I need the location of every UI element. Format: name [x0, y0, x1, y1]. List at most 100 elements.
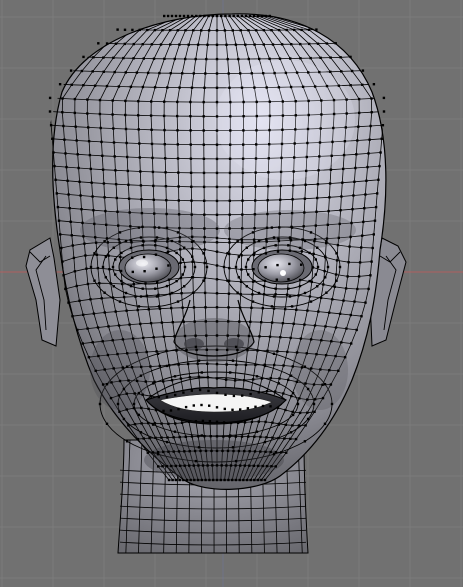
mesh-vertex	[249, 392, 252, 396]
mesh-vertex	[247, 258, 250, 261]
mesh-vertex	[215, 100, 219, 104]
mesh-vertex	[229, 115, 232, 118]
mesh-vertex	[284, 307, 287, 311]
mesh-vertex	[87, 126, 90, 129]
mesh-vertex	[71, 315, 74, 318]
mesh-vertex	[172, 450, 175, 453]
mesh-vertex	[135, 71, 139, 74]
mesh-vertex	[167, 264, 170, 267]
mesh-vertex	[181, 72, 184, 75]
mesh-vertex	[250, 306, 253, 309]
mesh-vertex	[291, 365, 294, 368]
mesh-vertex	[201, 419, 205, 423]
mesh-vertex	[192, 29, 195, 32]
mesh-vertex	[361, 83, 364, 86]
viewport-scene[interactable]	[0, 0, 463, 587]
mesh-vertex	[132, 57, 135, 60]
mesh-vertex	[257, 391, 260, 394]
mesh-vertex	[169, 43, 172, 46]
mesh-vertex	[277, 86, 281, 89]
mesh-vertex	[202, 252, 205, 255]
mesh-vertex	[49, 124, 53, 127]
mesh-vertex	[91, 195, 94, 198]
mesh-vertex	[270, 465, 273, 468]
mesh-vertex	[257, 464, 260, 468]
mesh-vertex	[158, 71, 161, 75]
mesh-vertex	[294, 114, 297, 117]
mesh-vertex	[175, 251, 178, 255]
mesh-vertex	[119, 269, 123, 273]
mesh-vertex	[258, 57, 261, 61]
mesh-vertex	[313, 398, 317, 401]
mesh-vertex	[363, 207, 366, 210]
mesh-vertex	[368, 138, 371, 141]
mesh-vertex	[320, 99, 323, 102]
mesh-vertex	[228, 266, 231, 270]
mesh-vertex	[349, 84, 352, 87]
mesh-vertex	[325, 291, 328, 294]
mesh-vertex	[280, 142, 284, 146]
mesh-vertex	[150, 100, 153, 103]
3d-viewport[interactable]	[0, 0, 463, 587]
mesh-vertex	[202, 115, 205, 118]
mesh-vertex	[166, 237, 169, 240]
mesh-vertex	[308, 279, 311, 283]
mesh-vertex	[255, 143, 258, 146]
mesh-vertex	[242, 478, 245, 482]
mesh-vertex	[114, 169, 117, 172]
mesh-vertex	[237, 255, 240, 258]
mesh-vertex	[128, 211, 131, 214]
mesh-vertex	[176, 129, 179, 132]
mesh-vertex	[262, 43, 265, 46]
mesh-vertex	[251, 293, 254, 296]
mesh-vertex	[82, 84, 85, 87]
mesh-vertex	[187, 420, 191, 424]
mesh-vertex	[131, 28, 134, 32]
mesh-vertex	[240, 435, 244, 438]
mesh-vertex	[140, 211, 144, 215]
mesh-vertex	[203, 291, 207, 295]
mesh-vertex	[276, 350, 279, 353]
mesh-vertex	[179, 248, 182, 251]
mesh-vertex	[165, 349, 168, 353]
mesh-vertex	[252, 268, 255, 271]
mesh-vertex	[311, 266, 315, 269]
mesh-vertex	[87, 356, 91, 359]
mesh-vertex	[154, 287, 157, 290]
mesh-vertex	[239, 72, 242, 75]
mesh-vertex	[91, 70, 94, 73]
right-eye[interactable]	[251, 249, 313, 285]
mesh-vertex	[116, 402, 120, 406]
mesh-vertex	[54, 178, 57, 181]
mesh-vertex	[250, 72, 253, 75]
mesh-vertex	[157, 465, 160, 468]
mesh-vertex	[263, 364, 267, 368]
mesh-vertex	[124, 113, 127, 117]
mesh-vertex	[208, 478, 211, 482]
mesh-vertex	[197, 435, 200, 438]
mesh-vertex	[52, 151, 55, 154]
mesh-vertex	[118, 241, 121, 244]
mesh-vertex	[227, 320, 230, 323]
mesh-vertex	[245, 285, 248, 288]
mesh-vertex	[125, 141, 128, 145]
mesh-vertex	[178, 14, 182, 18]
mesh-vertex	[62, 124, 65, 128]
mesh-vertex	[252, 253, 255, 257]
mesh-vertex	[164, 157, 167, 160]
mesh-vertex	[270, 226, 274, 229]
mesh-vertex	[197, 446, 201, 449]
mesh-vertex	[251, 378, 255, 381]
mesh-vertex	[162, 114, 166, 118]
mesh-vertex	[176, 100, 179, 104]
left-ear-mesh[interactable]	[25, 237, 61, 347]
mesh-vertex	[310, 280, 313, 284]
mesh-vertex	[240, 238, 243, 241]
mesh-vertex	[204, 72, 207, 75]
mesh-vertex	[246, 407, 250, 410]
mesh-vertex	[149, 395, 152, 398]
mesh-vertex	[303, 291, 307, 295]
mesh-vertex	[176, 157, 180, 160]
mesh-vertex	[344, 287, 348, 290]
mesh-vertex	[254, 199, 257, 202]
